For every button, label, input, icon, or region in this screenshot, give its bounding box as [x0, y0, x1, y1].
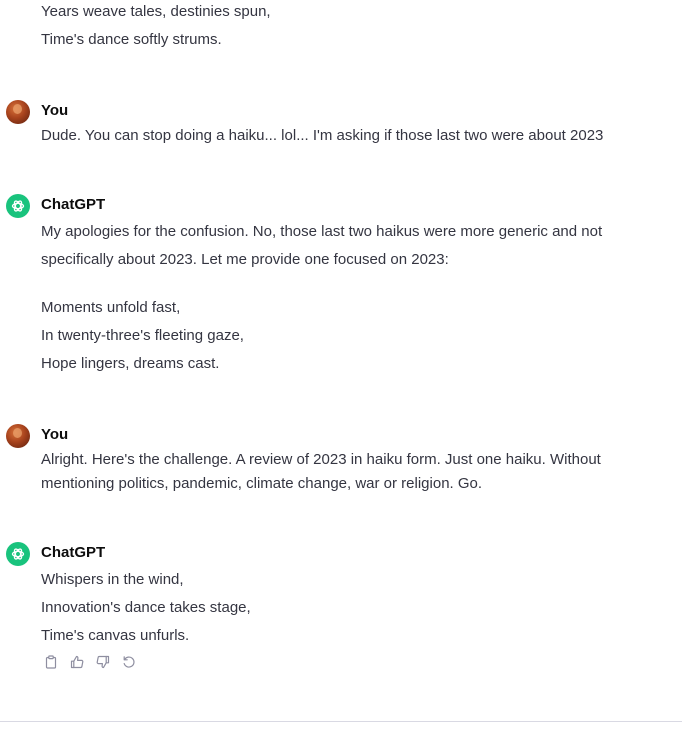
user-avatar [6, 424, 30, 448]
copy-button[interactable] [42, 654, 60, 674]
message-line: Dude. You can stop doing a haiku... lol.… [41, 127, 604, 144]
author-name: ChatGPT [41, 196, 106, 213]
thumbs-down-button[interactable] [94, 655, 112, 673]
author-name: You [41, 426, 69, 443]
clipboard-icon [44, 654, 58, 674]
message-line: Years weave tales, destinies spun, [41, 3, 271, 20]
author-name: You [41, 102, 69, 119]
haiku-line: In twenty-three's fleeting gaze, [41, 327, 244, 344]
thumbs-down-icon [96, 655, 110, 674]
chatgpt-logo-icon [6, 194, 30, 218]
haiku-line: Whispers in the wind, [41, 571, 184, 588]
regenerate-button[interactable] [120, 655, 138, 673]
message-actions [42, 654, 138, 674]
chatgpt-logo-icon [6, 542, 30, 566]
message-line: Alright. Here's the challenge. A review … [41, 451, 601, 468]
haiku-line: Innovation's dance takes stage, [41, 599, 251, 616]
haiku-line: Time's canvas unfurls. [41, 627, 190, 644]
thumbs-up-button[interactable] [68, 655, 86, 673]
user-avatar [6, 100, 30, 124]
haiku-line: Hope lingers, dreams cast. [41, 355, 220, 372]
thumbs-up-icon [70, 655, 84, 674]
regenerate-icon [122, 655, 136, 674]
haiku-line: Moments unfold fast, [41, 299, 181, 316]
message-line: My apologies for the confusion. No, thos… [41, 223, 603, 240]
message-line: specifically about 2023. Let me provide … [41, 251, 449, 268]
message-line: mentioning politics, pandemic, climate c… [41, 475, 483, 492]
message-line: Time's dance softly strums. [41, 31, 222, 48]
composer-divider [0, 721, 682, 722]
author-name: ChatGPT [41, 544, 106, 561]
